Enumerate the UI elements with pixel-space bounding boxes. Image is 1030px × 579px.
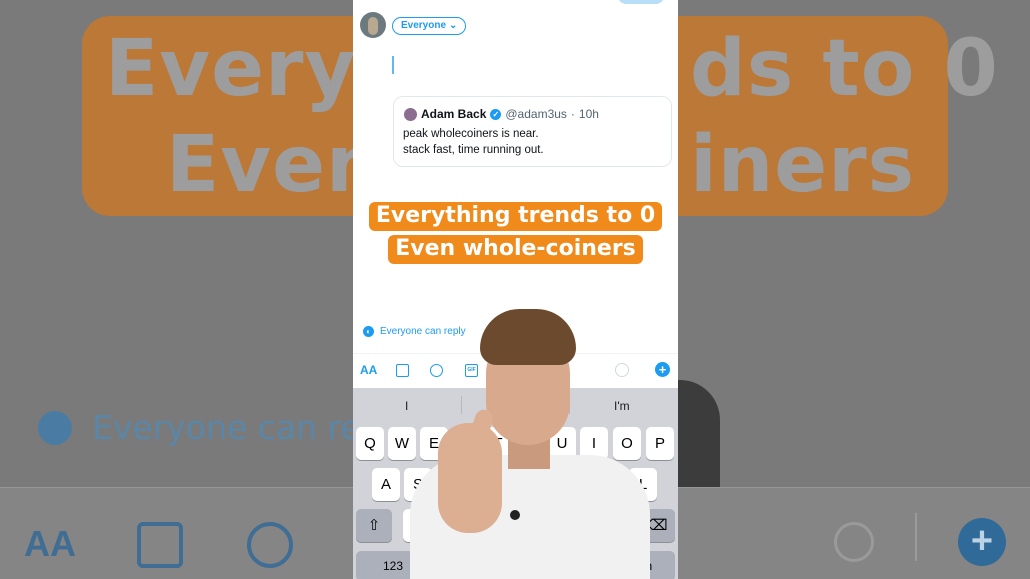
phone-screen: Everyone ⌄ Adam Back ✓ @adam3us · 10h pe… (353, 0, 678, 579)
background-caption-line2-right: iners (690, 120, 916, 210)
composer-toolbar: AA GIF + (353, 353, 678, 388)
key-d[interactable]: D (436, 468, 464, 501)
quoted-tweet-header: Adam Back ✓ @adam3us · 10h (421, 107, 599, 121)
key-z[interactable]: Z (403, 509, 431, 542)
quoted-author-name: Adam Back (421, 107, 487, 121)
reply-setting-label: Everyone can reply (380, 326, 466, 337)
key-c[interactable]: C (467, 509, 495, 542)
quoted-text-line: stack fast, time running out. (403, 144, 544, 156)
key-i[interactable]: I (580, 427, 608, 460)
key-t[interactable]: T (484, 427, 512, 460)
verified-badge-icon: ✓ (490, 108, 502, 120)
key-q[interactable]: Q (356, 427, 384, 460)
audience-selector[interactable]: Everyone ⌄ (392, 17, 467, 35)
caption-line-2: Even whole-coiners (353, 235, 678, 264)
key-o[interactable]: O (613, 427, 641, 460)
return-key[interactable]: return (598, 551, 675, 579)
key-l[interactable]: L (629, 468, 657, 501)
key-j[interactable]: J (564, 468, 592, 501)
image-icon[interactable] (396, 364, 409, 377)
key-x[interactable]: X (435, 509, 463, 542)
key-a[interactable]: A (372, 468, 400, 501)
key-e[interactable]: E (420, 427, 448, 460)
shift-key[interactable]: ⇧ (356, 509, 392, 542)
background-text-format-icon: AA (24, 523, 76, 564)
quoted-tweet[interactable]: Adam Back ✓ @adam3us · 10h peak wholecoi… (393, 96, 672, 167)
key-u[interactable]: U (548, 427, 576, 460)
quoted-text-line: peak wholecoiners is near. (403, 128, 539, 140)
text-cursor[interactable] (392, 56, 394, 74)
no-icon[interactable] (430, 364, 443, 377)
background-reply-setting: Everyone can rep (38, 408, 382, 447)
numbers-key[interactable]: 123 (356, 551, 430, 579)
quoted-avatar (404, 108, 417, 121)
key-m[interactable]: M (595, 509, 623, 542)
gif-icon[interactable]: GIF (465, 364, 478, 377)
caption-text-1: Everything trends to 0 (368, 202, 663, 231)
background-reply-text: Everyone can rep (92, 408, 382, 447)
audience-label: Everyone (401, 20, 447, 31)
background-add-icon: + (958, 518, 1006, 566)
separator-dot: · (570, 107, 575, 121)
background-image-icon (137, 522, 183, 568)
post-button[interactable] (618, 0, 664, 4)
key-r[interactable]: R (452, 427, 480, 460)
delete-key[interactable]: ⌫ (639, 509, 675, 542)
quoted-author-handle: @adam3us (505, 107, 567, 121)
background-divider (915, 513, 917, 561)
reply-setting[interactable]: ◐ Everyone can reply (363, 326, 466, 337)
suggestion-divider (461, 396, 462, 414)
suggestion-divider (569, 396, 570, 414)
key-f[interactable]: F (468, 468, 496, 501)
globe-icon: ◐ (363, 326, 374, 337)
key-b[interactable]: B (531, 509, 559, 542)
key-k[interactable]: K (596, 468, 624, 501)
background-globe-icon (38, 410, 72, 445)
caption-text-2: Even whole-coiners (388, 235, 643, 264)
char-counter-icon (615, 363, 629, 377)
keyboard: I I'm Q W E R T Y U I O P A S D F G H J … (353, 388, 678, 579)
text-format-icon[interactable]: AA (360, 363, 377, 377)
suggestion-3[interactable]: I'm (614, 399, 630, 413)
background-no-icon (247, 522, 293, 568)
add-tweet-button[interactable]: + (655, 362, 670, 377)
key-p[interactable]: P (646, 427, 674, 460)
avatar[interactable] (360, 12, 386, 38)
key-s[interactable]: S (404, 468, 432, 501)
suggestion-1[interactable]: I (405, 399, 408, 413)
caption-line-1: Everything trends to 0 (353, 202, 678, 231)
key-w[interactable]: W (388, 427, 416, 460)
background-caption-line1-right: ds to 0 (690, 24, 999, 114)
key-v[interactable]: V (499, 509, 527, 542)
background-caption-line2-left: Even (166, 120, 383, 210)
key-n[interactable]: N (563, 509, 591, 542)
key-g[interactable]: G (500, 468, 528, 501)
key-h[interactable]: H (532, 468, 560, 501)
quoted-timestamp: 10h (578, 107, 599, 121)
key-y[interactable]: Y (516, 427, 544, 460)
background-char-counter-icon (834, 522, 874, 562)
chevron-down-icon: ⌄ (449, 20, 458, 31)
